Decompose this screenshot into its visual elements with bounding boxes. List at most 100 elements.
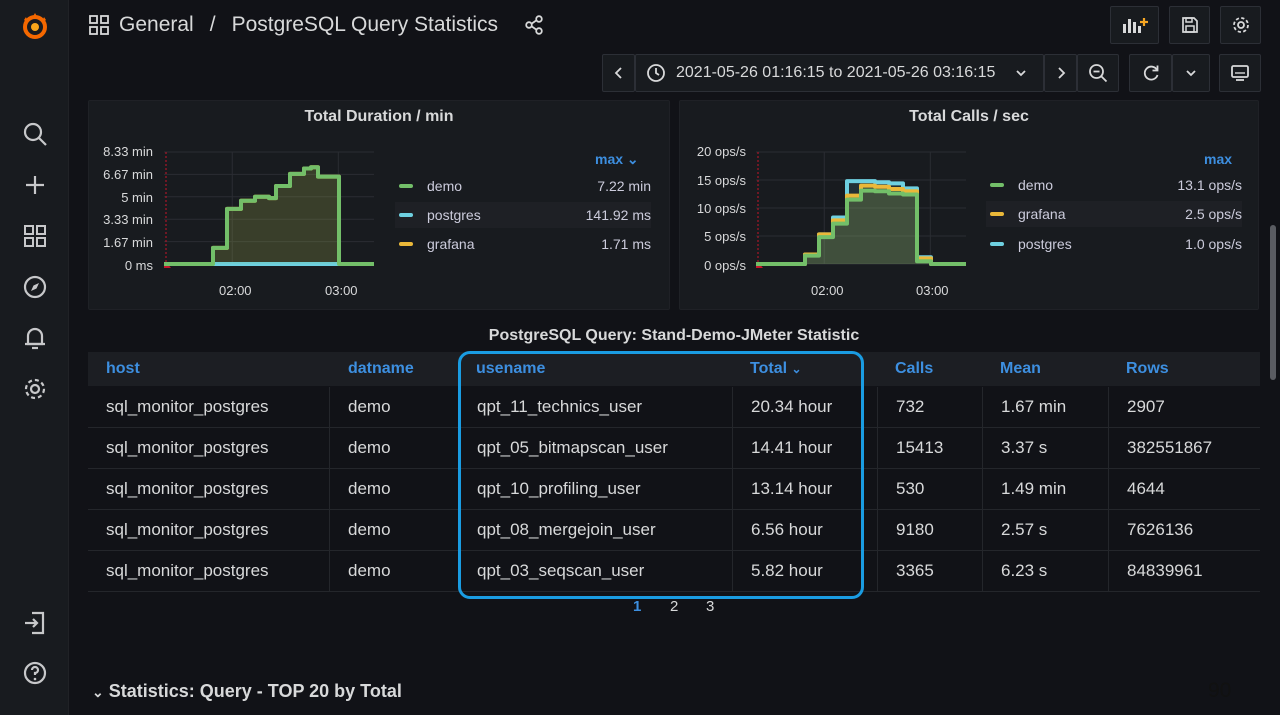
y-tick-label: 5 min: [121, 190, 153, 205]
legend-item-demo[interactable]: demo 13.1 ops/s: [990, 172, 1242, 198]
refresh-button[interactable]: [1129, 54, 1172, 92]
page-link[interactable]: 3: [706, 598, 714, 615]
chevron-down-icon: [1016, 70, 1027, 77]
top-navbar: General / PostgreSQL Query Statistics: [69, 0, 1280, 52]
y-tick-label: 10 ops/s: [696, 201, 746, 216]
cell-datname: demo: [330, 551, 459, 591]
legend-swatch: [990, 183, 1004, 187]
y-tick-label: 5 ops/s: [704, 229, 746, 244]
table-panel-title[interactable]: PostgreSQL Query: Stand-Demo-JMeter Stat…: [88, 327, 1260, 345]
cell-datname: demo: [330, 428, 459, 468]
duration-chart[interactable]: [164, 146, 374, 271]
save-dashboard-button[interactable]: [1169, 6, 1210, 44]
chevron-left-icon: [614, 67, 622, 79]
column-header-datname[interactable]: datname: [348, 360, 414, 378]
tv-mode-button[interactable]: [1219, 54, 1261, 92]
column-header-calls[interactable]: Calls: [895, 360, 933, 378]
panel-title[interactable]: Total Calls / sec: [680, 108, 1258, 126]
cell-host: sql_monitor_postgres: [88, 387, 330, 427]
panel-total-duration[interactable]: Total Duration / min 8.33 min 6.67 min 5…: [88, 100, 670, 310]
y-tick-label: 8.33 min: [103, 144, 153, 159]
y-tick-label: 3.33 min: [103, 212, 153, 227]
page-link[interactable]: 2: [670, 598, 678, 615]
x-tick-label: 03:00: [325, 283, 358, 298]
grafana-logo-icon[interactable]: [19, 10, 51, 42]
share-icon[interactable]: [524, 15, 544, 35]
legend-sort-max[interactable]: max ⌄: [595, 151, 639, 168]
cell-mean: 3.37 s: [983, 428, 1109, 468]
dashboards-icon: [89, 15, 109, 35]
cell-datname: demo: [330, 510, 459, 550]
y-tick-label: 6.67 min: [103, 167, 153, 182]
zoom-out-button[interactable]: [1077, 54, 1119, 92]
cell-rows: 2907: [1127, 397, 1165, 416]
legend-series-name: demo: [427, 178, 463, 194]
cell-calls: 15413: [878, 428, 983, 468]
zoom-out-icon: [1089, 64, 1108, 83]
plus-icon[interactable]: [19, 169, 51, 201]
cell-calls: 3365: [878, 551, 983, 591]
compass-icon[interactable]: [19, 271, 51, 303]
calls-chart[interactable]: [756, 146, 966, 271]
gear-icon[interactable]: [19, 373, 51, 405]
breadcrumb-folder[interactable]: General: [119, 13, 194, 37]
dashboards-icon[interactable]: [19, 220, 51, 252]
cell-mean: 2.57 s: [983, 510, 1109, 550]
legend-max-value: 2.5 ops/s: [1185, 206, 1242, 222]
y-tick-label: 15 ops/s: [696, 173, 746, 188]
cell-host: sql_monitor_postgres: [88, 469, 330, 509]
time-range-picker[interactable]: 2021-05-26 01:16:15 to 2021-05-26 03:16:…: [635, 54, 1044, 92]
panel-title[interactable]: Total Duration / min: [89, 108, 669, 126]
dashboard-settings-button[interactable]: [1220, 6, 1261, 44]
legend-item-grafana[interactable]: grafana 2.5 ops/s: [986, 201, 1242, 227]
legend-series-name: demo: [1018, 177, 1054, 193]
cell-mean: 6.23 s: [983, 551, 1109, 591]
legend-series-name: postgres: [1018, 236, 1072, 252]
sidebar: [0, 0, 69, 715]
series-area-demo: [756, 190, 966, 264]
monitor-icon: [1231, 65, 1249, 81]
sign-in-icon[interactable]: [19, 607, 51, 639]
cell-host: sql_monitor_postgres: [88, 510, 330, 550]
cell-host: sql_monitor_postgres: [88, 428, 330, 468]
x-tick-label: 02:00: [219, 283, 252, 298]
cell-calls: 9180: [878, 510, 983, 550]
add-panel-icon: [1122, 18, 1148, 33]
column-header-rows[interactable]: Rows: [1126, 360, 1169, 378]
chevron-down-icon: ⌄: [92, 684, 104, 700]
time-shift-forward-button[interactable]: [1044, 54, 1077, 92]
legend-item-demo[interactable]: demo 7.22 min: [399, 173, 651, 199]
help-icon[interactable]: [19, 657, 51, 689]
cell-mean: 1.49 min: [983, 469, 1109, 509]
bell-icon[interactable]: [19, 322, 51, 354]
y-tick-label: 0 ops/s: [704, 258, 746, 273]
gear-icon: [1232, 17, 1249, 33]
cell-rows: 4644: [1127, 479, 1165, 498]
cell-rows: 7626136: [1127, 520, 1194, 539]
column-header-mean[interactable]: Mean: [1000, 360, 1041, 378]
breadcrumb-separator: /: [209, 13, 216, 36]
cell-calls: 530: [878, 469, 983, 509]
panel-total-calls[interactable]: Total Calls / sec 20 ops/s 15 ops/s 10 o…: [679, 100, 1259, 310]
series-area-demo: [164, 167, 374, 264]
collapsible-row-header[interactable]: ⌄ Statistics: Query - TOP 20 by Total: [92, 681, 402, 702]
legend-max-value: 1.71 ms: [601, 236, 651, 252]
time-shift-back-button[interactable]: [602, 54, 635, 92]
refresh-interval-dropdown[interactable]: [1172, 54, 1210, 92]
scrollbar[interactable]: [1270, 225, 1276, 380]
legend-sort-max[interactable]: max: [1204, 151, 1232, 167]
legend-swatch: [399, 242, 413, 246]
legend-max-value: 1.0 ops/s: [1185, 236, 1242, 252]
legend-item-grafana[interactable]: grafana 1.71 ms: [399, 231, 651, 257]
legend-swatch: [990, 212, 1004, 216]
chevron-down-icon: [1186, 70, 1196, 77]
y-tick-label: 0 ms: [124, 258, 153, 273]
add-panel-button[interactable]: [1110, 6, 1159, 44]
legend-item-postgres[interactable]: postgres 1.0 ops/s: [990, 231, 1242, 257]
search-icon[interactable]: [19, 118, 51, 150]
legend-item-postgres[interactable]: postgres 141.92 ms: [395, 202, 651, 228]
column-header-host[interactable]: host: [106, 360, 140, 378]
y-tick-label: 1.67 min: [103, 235, 153, 250]
page-link-active[interactable]: 1: [633, 598, 641, 615]
dashboard-title[interactable]: PostgreSQL Query Statistics: [232, 13, 499, 37]
